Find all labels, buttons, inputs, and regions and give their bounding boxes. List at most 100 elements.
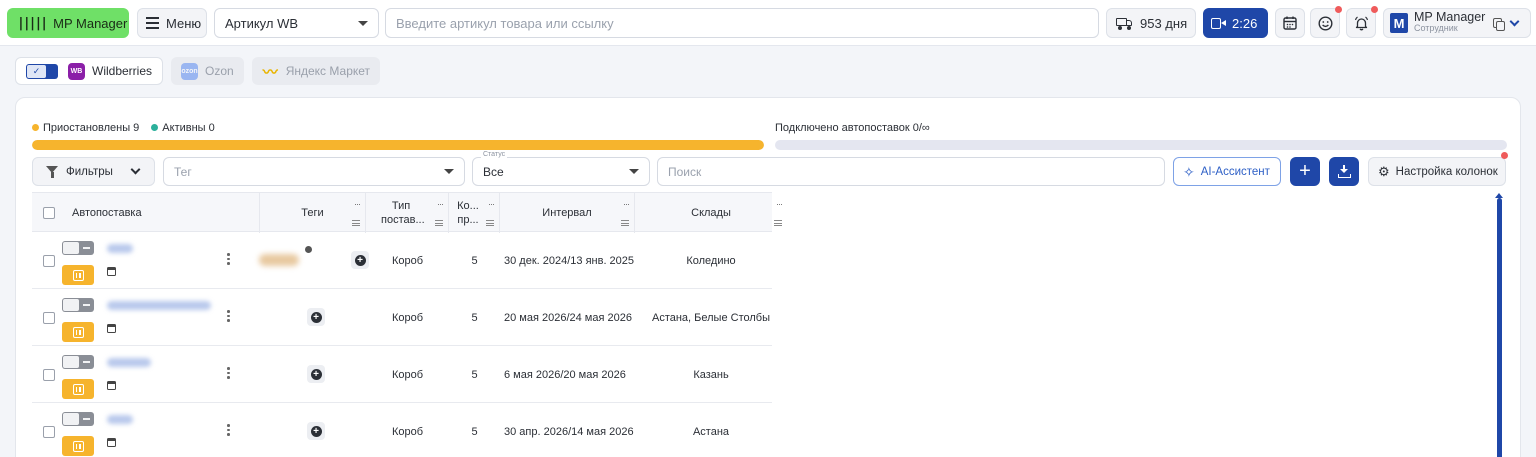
gear-icon: ⚙: [1378, 163, 1390, 179]
row-checkbox[interactable]: [43, 311, 55, 324]
column-settings-button[interactable]: ⚙ Настройка колонок: [1368, 157, 1506, 186]
calendar-icon[interactable]: [107, 381, 116, 390]
column-menu-icon[interactable]: ···: [354, 197, 361, 211]
feedback-button[interactable]: [1310, 8, 1340, 38]
copy-icon[interactable]: [1493, 18, 1506, 31]
column-header-name[interactable]: Автопоставка: [66, 193, 260, 233]
autosupply-search-input[interactable]: [657, 157, 1165, 186]
column-settings-label: Настройка колонок: [1395, 165, 1498, 178]
vertical-scrollbar[interactable]: [1497, 198, 1502, 457]
paused-status-badge: [62, 379, 94, 399]
marketplace-ozon[interactable]: ozon Ozon: [171, 57, 244, 85]
column-menu-icon[interactable]: ···: [488, 197, 495, 211]
autosupply-name-hidden[interactable]: [107, 358, 151, 367]
logo-label: MP Manager: [53, 15, 128, 31]
autosupply-toggle[interactable]: [62, 241, 94, 255]
tag-remove-icon[interactable]: [305, 246, 312, 253]
autosupply-toggle[interactable]: [62, 298, 94, 312]
column-header-warehouses[interactable]: Склады ···: [635, 193, 787, 233]
table-row[interactable]: + Короб 5 20 мая 2026/24 мая 2026 Астана…: [32, 289, 772, 346]
add-tag-button[interactable]: +: [307, 422, 325, 440]
hamburger-icon: [146, 17, 159, 29]
row-checkbox[interactable]: [43, 368, 55, 381]
status-select[interactable]: Статус Все: [472, 151, 650, 186]
interval-cell: 6 мая 2026/20 мая 2026: [504, 368, 626, 381]
plus-icon: +: [354, 254, 366, 266]
count-cell: 5: [471, 368, 478, 381]
video-tutorial-button[interactable]: 2:26: [1203, 8, 1268, 38]
add-autosupply-button[interactable]: +: [1290, 157, 1320, 186]
menu-button[interactable]: Меню: [137, 8, 207, 38]
row-menu-icon[interactable]: [227, 424, 230, 436]
profile-role: Сотрудник: [1414, 23, 1458, 33]
autosupply-toggle[interactable]: [62, 355, 94, 369]
row-menu-icon[interactable]: [227, 253, 230, 265]
column-menu-icon[interactable]: ···: [776, 197, 783, 211]
paused-dot-icon: [32, 124, 39, 131]
notifications-button[interactable]: [1346, 8, 1376, 38]
subscription-days-button[interactable]: 953 дня: [1106, 8, 1196, 38]
notification-dot: [1501, 152, 1508, 159]
select-all-checkbox[interactable]: [43, 207, 55, 219]
table-row[interactable]: + Короб 5 30 дек. 2024/13 янв. 2025 Коле…: [32, 232, 772, 289]
top-bar: ||||| MP Manager Меню Артикул WB 953 дня…: [0, 0, 1536, 46]
all-marketplaces-toggle[interactable]: ✓: [26, 63, 58, 79]
tag-select[interactable]: Тег: [163, 157, 465, 186]
type-cell: Короб: [391, 425, 424, 438]
autosupply-toggle[interactable]: [62, 412, 94, 426]
column-drag-icon[interactable]: [435, 220, 443, 226]
smiley-icon: [1317, 15, 1333, 31]
warehouse-cell: Коледино: [686, 254, 736, 267]
video-camera-icon: [1211, 17, 1226, 29]
filters-button[interactable]: Фильтры: [32, 157, 155, 186]
paused-status-badge: [62, 322, 94, 342]
column-drag-icon[interactable]: [621, 220, 629, 226]
marketplace-yandex[interactable]: 〰 Яндекс Маркет: [251, 57, 381, 85]
marketplace-wildberries[interactable]: ✓ WB Wildberries: [15, 57, 164, 85]
table-row[interactable]: + Короб 5 30 апр. 2026/14 мая 2026 Астан…: [32, 403, 772, 457]
dropdown-caret-icon: [629, 169, 639, 174]
dropdown-caret-icon: [444, 169, 454, 174]
video-duration: 2:26: [1232, 15, 1258, 31]
row-checkbox[interactable]: [43, 254, 55, 267]
autosupply-card: Приостановлены 9 Активны 0 Подключено ав…: [15, 97, 1521, 457]
chevron-down-icon[interactable]: [1509, 16, 1520, 26]
calendar-icon[interactable]: [107, 324, 116, 333]
ai-assistant-button[interactable]: ✧ AI-Ассистент: [1173, 157, 1281, 186]
column-menu-icon[interactable]: ···: [623, 197, 630, 211]
days-label: 953 дня: [1140, 15, 1188, 31]
paused-status-badge: [62, 265, 94, 285]
column-header-interval[interactable]: Интервал ···: [500, 193, 635, 233]
column-header-tags[interactable]: Теги ···: [260, 193, 366, 233]
autosupply-name-hidden[interactable]: [107, 301, 211, 310]
row-menu-icon[interactable]: [227, 367, 230, 379]
autosupply-name-hidden[interactable]: [107, 415, 133, 424]
column-drag-icon[interactable]: [352, 220, 360, 226]
article-type-select[interactable]: Артикул WB: [214, 8, 379, 38]
marketplace-label: Ozon: [205, 64, 234, 78]
barcode-icon: |||||: [17, 15, 48, 31]
add-tag-button[interactable]: +: [307, 365, 325, 383]
marketplace-label: Яндекс Маркет: [285, 64, 371, 78]
add-tag-button[interactable]: +: [307, 308, 325, 326]
column-header-count[interactable]: Ко... пр... ···: [449, 193, 500, 233]
column-menu-icon[interactable]: ···: [437, 197, 444, 211]
row-checkbox[interactable]: [43, 425, 55, 438]
calendar-button[interactable]: [1275, 8, 1305, 38]
column-drag-icon[interactable]: [774, 220, 782, 226]
dropdown-caret-icon: [358, 20, 368, 26]
column-header-type[interactable]: Тип постав... ···: [366, 193, 449, 233]
article-search-input[interactable]: [385, 8, 1099, 38]
profile-button[interactable]: M MP Manager Сотрудник: [1383, 8, 1531, 38]
column-drag-icon[interactable]: [486, 220, 494, 226]
status-summary: Приостановлены 9 Активны 0: [32, 122, 215, 134]
calendar-icon[interactable]: [107, 438, 116, 447]
logo-button[interactable]: ||||| MP Manager: [7, 8, 129, 38]
download-button[interactable]: [1329, 157, 1359, 186]
calendar-icon[interactable]: [107, 267, 116, 276]
profile-name: MP Manager: [1414, 10, 1486, 24]
table-row[interactable]: + Короб 5 6 мая 2026/20 мая 2026 Казань: [32, 346, 772, 403]
row-menu-icon[interactable]: [227, 310, 230, 322]
autosupply-name-hidden[interactable]: [107, 244, 133, 253]
paused-status-badge: [62, 436, 94, 456]
